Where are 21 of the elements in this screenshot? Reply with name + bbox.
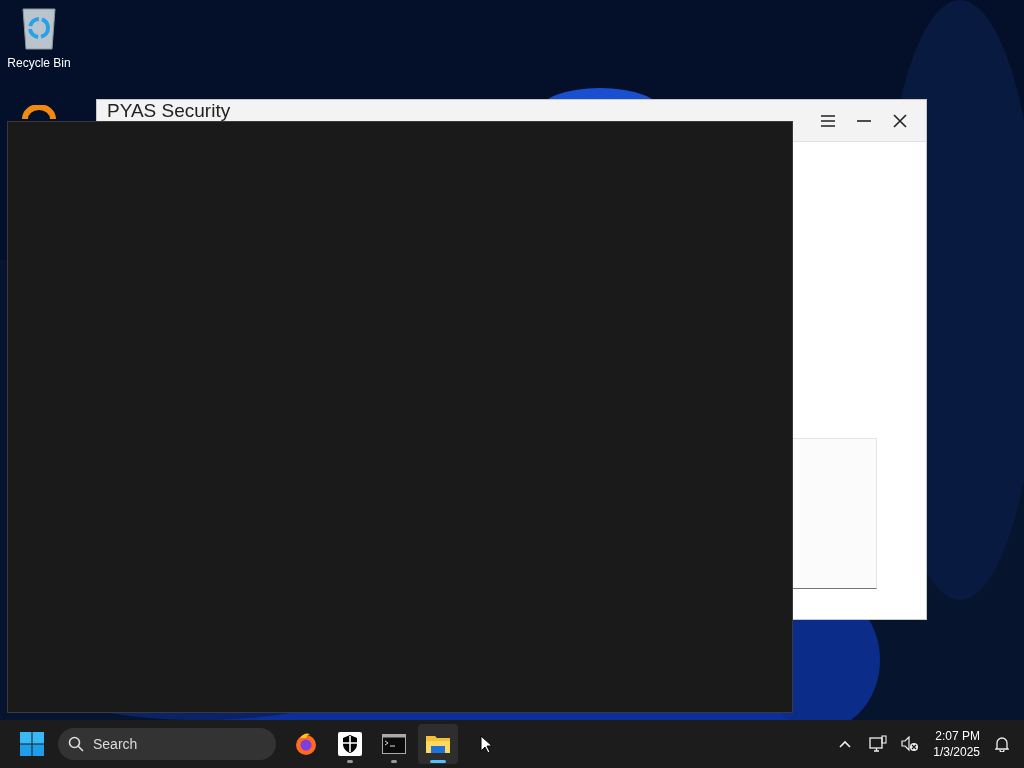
monitor-icon	[869, 735, 888, 753]
chevron-up-icon	[839, 740, 852, 748]
search-field[interactable]: Search	[58, 728, 276, 760]
windows-logo-icon	[20, 732, 44, 756]
terminal-icon	[382, 734, 406, 754]
bell-icon	[995, 736, 1009, 752]
ring-icon	[21, 105, 57, 119]
folder-icon	[425, 733, 451, 755]
desktop-icon[interactable]: Recycle Bin	[7, 6, 71, 70]
mouse-cursor-icon	[480, 734, 492, 754]
clock[interactable]: 2:07 PM 1/3/2025	[929, 728, 984, 760]
minimize-icon	[857, 118, 871, 123]
shield-icon	[338, 732, 362, 756]
recycle-bin-icon	[20, 6, 58, 50]
speaker-muted-icon	[901, 736, 920, 752]
close-icon	[893, 113, 907, 128]
taskbar-app-button[interactable]	[418, 724, 458, 764]
search-icon	[68, 736, 84, 752]
firefox-icon	[294, 732, 318, 756]
menu-icon	[820, 113, 836, 128]
window-title: PYAS Security	[107, 101, 231, 121]
